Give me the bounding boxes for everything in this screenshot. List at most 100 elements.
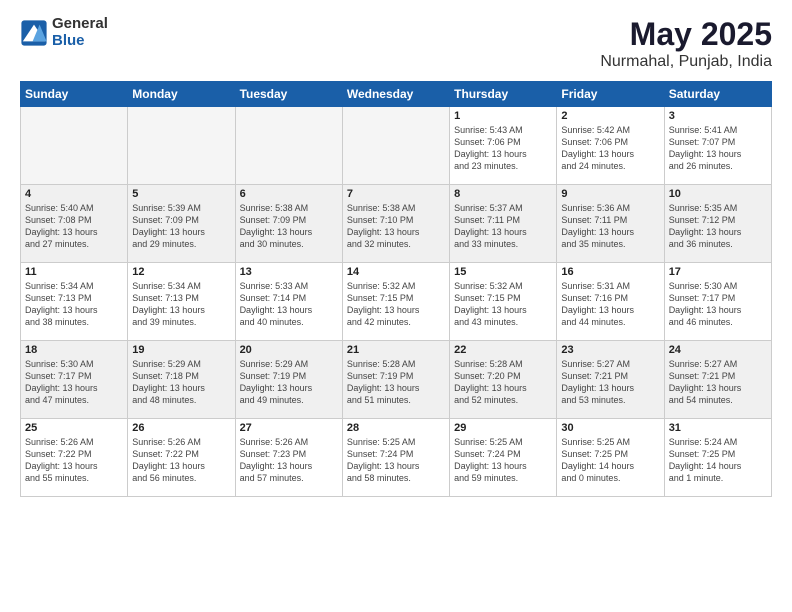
day-info: Sunrise: 5:28 AMSunset: 7:19 PMDaylight:…	[347, 358, 445, 407]
day-number: 21	[347, 344, 445, 356]
day-info: Sunrise: 5:40 AMSunset: 7:08 PMDaylight:…	[25, 202, 123, 251]
table-row: 27 Sunrise: 5:26 AMSunset: 7:23 PMDayligh…	[235, 419, 342, 497]
day-info: Sunrise: 5:41 AMSunset: 7:07 PMDaylight:…	[669, 124, 767, 173]
day-info: Sunrise: 5:26 AMSunset: 7:22 PMDaylight:…	[25, 436, 123, 485]
table-row: 25 Sunrise: 5:26 AMSunset: 7:22 PMDayligh…	[21, 419, 128, 497]
day-info: Sunrise: 5:31 AMSunset: 7:16 PMDaylight:…	[561, 280, 659, 329]
title-block: May 2025 Nurmahal, Punjab, India	[600, 16, 772, 71]
day-info: Sunrise: 5:38 AMSunset: 7:10 PMDaylight:…	[347, 202, 445, 251]
day-info: Sunrise: 5:25 AMSunset: 7:25 PMDaylight:…	[561, 436, 659, 485]
table-row: 12 Sunrise: 5:34 AMSunset: 7:13 PMDayligh…	[128, 263, 235, 341]
table-row: 15Sunrise: 5:32 AMSunset: 7:15 PMDayligh…	[450, 263, 557, 341]
day-number: 31	[669, 422, 767, 434]
table-row: 22Sunrise: 5:28 AMSunset: 7:20 PMDayligh…	[450, 341, 557, 419]
table-row: 30 Sunrise: 5:25 AMSunset: 7:25 PMDayligh…	[557, 419, 664, 497]
table-row	[21, 107, 128, 185]
header-monday: Monday	[128, 82, 235, 107]
table-row: 13 Sunrise: 5:33 AMSunset: 7:14 PMDayligh…	[235, 263, 342, 341]
day-number: 8	[454, 188, 552, 200]
day-number: 15	[454, 266, 552, 278]
header-saturday: Saturday	[664, 82, 771, 107]
day-info: Sunrise: 5:37 AMSunset: 7:11 PMDaylight:…	[454, 202, 552, 251]
day-number: 24	[669, 344, 767, 356]
day-info: Sunrise: 5:33 AMSunset: 7:14 PMDaylight:…	[240, 280, 338, 329]
day-info: Sunrise: 5:26 AMSunset: 7:22 PMDaylight:…	[132, 436, 230, 485]
day-info: Sunrise: 5:43 AMSunset: 7:06 PMDaylight:…	[454, 124, 552, 173]
day-number: 14	[347, 266, 445, 278]
day-number: 11	[25, 266, 123, 278]
table-row: 4 Sunrise: 5:40 AMSunset: 7:08 PMDaylight…	[21, 185, 128, 263]
day-number: 9	[561, 188, 659, 200]
calendar: Sunday Monday Tuesday Wednesday Thursday…	[20, 81, 772, 497]
calendar-week-row: 18Sunrise: 5:30 AMSunset: 7:17 PMDayligh…	[21, 341, 772, 419]
logo-icon	[20, 19, 48, 47]
day-info: Sunrise: 5:25 AMSunset: 7:24 PMDaylight:…	[454, 436, 552, 485]
table-row: 26 Sunrise: 5:26 AMSunset: 7:22 PMDayligh…	[128, 419, 235, 497]
day-number: 12	[132, 266, 230, 278]
day-number: 20	[240, 344, 338, 356]
day-info: Sunrise: 5:32 AMSunset: 7:15 PMDaylight:…	[347, 280, 445, 329]
table-row: 10 Sunrise: 5:35 AMSunset: 7:12 PMDayligh…	[664, 185, 771, 263]
calendar-week-row: 25 Sunrise: 5:26 AMSunset: 7:22 PMDayligh…	[21, 419, 772, 497]
day-info: Sunrise: 5:29 AMSunset: 7:19 PMDaylight:…	[240, 358, 338, 407]
table-row: 21 Sunrise: 5:28 AMSunset: 7:19 PMDayligh…	[342, 341, 449, 419]
table-row: 5Sunrise: 5:39 AMSunset: 7:09 PMDaylight…	[128, 185, 235, 263]
day-info: Sunrise: 5:28 AMSunset: 7:20 PMDaylight:…	[454, 358, 552, 407]
day-number: 6	[240, 188, 338, 200]
table-row: 7 Sunrise: 5:38 AMSunset: 7:10 PMDaylight…	[342, 185, 449, 263]
table-row	[235, 107, 342, 185]
day-number: 25	[25, 422, 123, 434]
logo-blue: Blue	[52, 33, 108, 50]
table-row: 20 Sunrise: 5:29 AMSunset: 7:19 PMDayligh…	[235, 341, 342, 419]
table-row: 6 Sunrise: 5:38 AMSunset: 7:09 PMDaylight…	[235, 185, 342, 263]
day-info: Sunrise: 5:34 AMSunset: 7:13 PMDaylight:…	[132, 280, 230, 329]
table-row: 14 Sunrise: 5:32 AMSunset: 7:15 PMDayligh…	[342, 263, 449, 341]
table-row: 2Sunrise: 5:42 AMSunset: 7:06 PMDaylight…	[557, 107, 664, 185]
day-number: 3	[669, 110, 767, 122]
table-row: 31 Sunrise: 5:24 AMSunset: 7:25 PMDayligh…	[664, 419, 771, 497]
day-info: Sunrise: 5:24 AMSunset: 7:25 PMDaylight:…	[669, 436, 767, 485]
day-number: 5	[132, 188, 230, 200]
calendar-week-row: 4 Sunrise: 5:40 AMSunset: 7:08 PMDaylight…	[21, 185, 772, 263]
table-row	[128, 107, 235, 185]
header-thursday: Thursday	[450, 82, 557, 107]
header-wednesday: Wednesday	[342, 82, 449, 107]
calendar-week-row: 11 Sunrise: 5:34 AMSunset: 7:13 PMDayligh…	[21, 263, 772, 341]
day-info: Sunrise: 5:38 AMSunset: 7:09 PMDaylight:…	[240, 202, 338, 251]
day-number: 26	[132, 422, 230, 434]
day-number: 19	[132, 344, 230, 356]
day-info: Sunrise: 5:30 AMSunset: 7:17 PMDaylight:…	[25, 358, 123, 407]
table-row: 1Sunrise: 5:43 AMSunset: 7:06 PMDaylight…	[450, 107, 557, 185]
table-row: 8 Sunrise: 5:37 AMSunset: 7:11 PMDaylight…	[450, 185, 557, 263]
table-row: 16Sunrise: 5:31 AMSunset: 7:16 PMDayligh…	[557, 263, 664, 341]
table-row: 11 Sunrise: 5:34 AMSunset: 7:13 PMDayligh…	[21, 263, 128, 341]
table-row: 9Sunrise: 5:36 AMSunset: 7:11 PMDaylight…	[557, 185, 664, 263]
day-number: 10	[669, 188, 767, 200]
day-number: 28	[347, 422, 445, 434]
table-row: 19 Sunrise: 5:29 AMSunset: 7:18 PMDayligh…	[128, 341, 235, 419]
table-row: 24 Sunrise: 5:27 AMSunset: 7:21 PMDayligh…	[664, 341, 771, 419]
logo-text: General Blue	[52, 16, 108, 49]
day-info: Sunrise: 5:27 AMSunset: 7:21 PMDaylight:…	[669, 358, 767, 407]
day-number: 30	[561, 422, 659, 434]
table-row: 18Sunrise: 5:30 AMSunset: 7:17 PMDayligh…	[21, 341, 128, 419]
day-info: Sunrise: 5:35 AMSunset: 7:12 PMDaylight:…	[669, 202, 767, 251]
day-info: Sunrise: 5:25 AMSunset: 7:24 PMDaylight:…	[347, 436, 445, 485]
calendar-header-row: Sunday Monday Tuesday Wednesday Thursday…	[21, 82, 772, 107]
header-sunday: Sunday	[21, 82, 128, 107]
day-info: Sunrise: 5:30 AMSunset: 7:17 PMDaylight:…	[669, 280, 767, 329]
day-info: Sunrise: 5:26 AMSunset: 7:23 PMDaylight:…	[240, 436, 338, 485]
day-info: Sunrise: 5:34 AMSunset: 7:13 PMDaylight:…	[25, 280, 123, 329]
day-number: 27	[240, 422, 338, 434]
day-number: 17	[669, 266, 767, 278]
table-row	[342, 107, 449, 185]
table-row: 29 Sunrise: 5:25 AMSunset: 7:24 PMDayligh…	[450, 419, 557, 497]
day-number: 7	[347, 188, 445, 200]
header: General Blue May 2025 Nurmahal, Punjab, …	[20, 16, 772, 71]
day-number: 4	[25, 188, 123, 200]
day-number: 29	[454, 422, 552, 434]
logo: General Blue	[20, 16, 108, 49]
day-info: Sunrise: 5:29 AMSunset: 7:18 PMDaylight:…	[132, 358, 230, 407]
day-number: 13	[240, 266, 338, 278]
header-friday: Friday	[557, 82, 664, 107]
